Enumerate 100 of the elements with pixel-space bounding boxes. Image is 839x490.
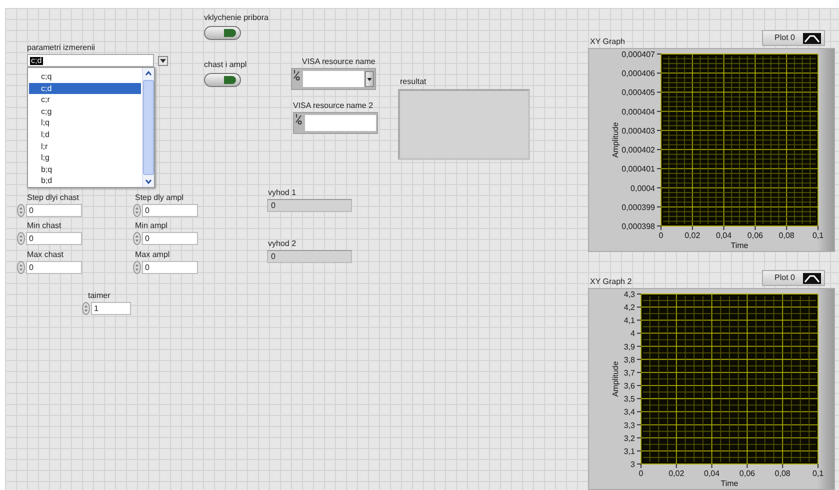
axis-tick-label: 0,02 <box>684 231 700 240</box>
dropdown-button[interactable] <box>365 71 374 87</box>
graph-title: XY Graph <box>590 38 625 46</box>
axis-tick-label: 4 <box>630 329 635 338</box>
axis-tick-label: 3,1 <box>624 446 635 456</box>
axis-tick-label: 0,1 <box>812 469 824 478</box>
control-label: Step dlyi chast <box>27 194 80 202</box>
axis-tick-label: 4,3 <box>624 290 635 299</box>
number-field[interactable]: 0 <box>142 261 198 274</box>
list-item[interactable]: l;r <box>29 140 141 152</box>
axis-title: Time <box>730 241 748 250</box>
axis-tick-label: 3,9 <box>624 342 635 352</box>
axis-tick-label: 0,000403 <box>622 126 655 136</box>
control-label: chast i ampl <box>204 61 247 69</box>
plot-line-icon <box>803 272 821 284</box>
graph-title: XY Graph 2 <box>590 278 632 286</box>
axis-tick-label: 3,8 <box>624 355 635 364</box>
number-field[interactable]: 0 <box>142 232 198 245</box>
toggle-switch[interactable] <box>204 26 241 40</box>
axis-tick-label: 0,000407 <box>622 50 655 59</box>
control-label: Step dly ampl <box>135 194 184 202</box>
spinner-icon[interactable] <box>17 232 25 245</box>
axis-tick-label: 3,7 <box>624 368 635 378</box>
list-item[interactable]: c;d <box>29 82 141 94</box>
axis-tick-label: 3,2 <box>624 434 635 443</box>
axis-tick-label: 0,000398 <box>622 222 655 231</box>
axis-tick-label: 0 <box>658 231 664 240</box>
axis-tick-label: 0,000404 <box>622 107 655 116</box>
indicator-field: 0 <box>267 250 352 263</box>
plot-legend[interactable]: Plot 0 <box>762 270 825 286</box>
number-field[interactable]: 0 <box>142 204 198 217</box>
list-item[interactable]: c;r <box>29 94 141 106</box>
list-item[interactable]: l;d <box>29 128 141 141</box>
list-item[interactable]: b;d <box>29 175 141 187</box>
input-field[interactable] <box>305 115 376 131</box>
axis-tick-label: 3,4 <box>624 408 635 417</box>
control-label: Min ampl <box>135 222 168 230</box>
plot-legend[interactable]: Plot 0 <box>762 30 825 46</box>
axis-tick-label: 4,2 <box>624 303 635 312</box>
spinner-icon[interactable] <box>133 232 141 245</box>
axis-tick-label: 0,000402 <box>622 146 655 155</box>
number-field[interactable]: 0 <box>26 204 82 217</box>
io-icon <box>295 113 303 125</box>
axis-tick-label: 0,0004 <box>630 184 655 193</box>
caret-icon <box>160 58 166 62</box>
axis-tick-label: 3,3 <box>624 420 635 430</box>
control-label: resultat <box>400 78 426 86</box>
legend-label: Plot 0 <box>774 34 795 42</box>
axis-title: Amplitude <box>611 122 620 158</box>
control-label: VISA resource name 2 <box>293 102 374 110</box>
control-label: taimer <box>88 292 110 300</box>
list-item[interactable]: b;q <box>29 164 141 176</box>
control-label: vyhod 1 <box>268 189 296 197</box>
axis-tick-label: 0,000401 <box>622 164 655 174</box>
axis-tick-label: 0,000406 <box>622 69 655 78</box>
axis-tick-label: 0,04 <box>704 469 720 478</box>
toggle-switch[interactable] <box>204 73 241 87</box>
number-field[interactable]: 1 <box>91 302 131 315</box>
axis-tick-label: 0,000405 <box>622 88 655 98</box>
list-item[interactable]: c;q <box>29 71 141 83</box>
input-field[interactable] <box>303 71 364 87</box>
scroll-down-icon[interactable] <box>144 177 153 186</box>
number-field[interactable]: 0 <box>26 261 82 274</box>
axis-title: Amplitude <box>611 361 620 397</box>
axis-tick-label: 4,1 <box>624 316 635 326</box>
list-item[interactable]: c;g <box>29 106 141 118</box>
axis-tick-label: 0,1 <box>812 231 824 240</box>
axis-title: Time <box>720 479 738 488</box>
axis-tick-label: 3 <box>630 460 635 469</box>
control-label: vyhod 2 <box>268 240 296 248</box>
scroll-up-icon[interactable] <box>144 69 153 78</box>
axis-tick-label: 0,08 <box>774 469 790 478</box>
axis-tick-label: 0,04 <box>716 231 732 240</box>
number-field[interactable]: 0 <box>26 232 82 245</box>
axis-tick-label: 0,06 <box>739 469 755 478</box>
control-label: Min chast <box>27 222 62 230</box>
control-label: VISA resource name <box>302 58 376 66</box>
caret-icon <box>367 78 372 80</box>
axis-tick-label: 0,08 <box>778 231 794 240</box>
spinner-icon[interactable] <box>133 261 141 274</box>
spinner-icon[interactable] <box>82 302 90 315</box>
list-item[interactable]: l;g <box>29 152 141 164</box>
control-label: parametri izmerenii <box>27 44 96 52</box>
list-item[interactable]: l;q <box>29 117 141 129</box>
axis-tick-label: 0,000399 <box>622 202 655 212</box>
io-icon <box>293 69 301 81</box>
scrollbar[interactable] <box>142 68 154 187</box>
axis-tick-label: 0,02 <box>668 469 684 478</box>
axis-tick-label: 0 <box>638 469 644 478</box>
control-label: Max chast <box>27 251 64 259</box>
legend-label: Plot 0 <box>774 274 795 282</box>
spinner-icon[interactable] <box>133 204 141 217</box>
combo-field[interactable]: c;d <box>27 54 154 67</box>
spinner-icon[interactable] <box>17 261 25 274</box>
axis-tick-label: 0,06 <box>747 231 763 240</box>
control-label: vklychenie pribora <box>204 14 268 22</box>
axis-tick-label: 3,5 <box>624 394 635 404</box>
spinner-icon[interactable] <box>17 204 25 217</box>
dropdown-button[interactable] <box>158 56 168 66</box>
axis-tick-label: 3,6 <box>624 382 635 391</box>
